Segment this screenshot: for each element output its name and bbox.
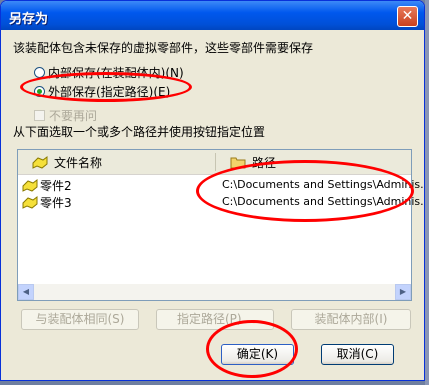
row-path: C:\Documents and Settings\Adminis... — [222, 195, 425, 208]
checkbox-box[interactable] — [34, 110, 45, 121]
folder-icon — [230, 157, 246, 168]
radio-external-label: 外部保存(指定路径)(E) — [48, 85, 171, 99]
parts-list[interactable]: 文件名称 路径 零件2 C:\Documents and Settings\Ad… — [17, 149, 424, 301]
cancel-button[interactable]: 取消(C) — [321, 344, 394, 365]
row-path: C:\Documents and Settings\Adminis... — [222, 178, 425, 191]
background-desktop — [425, 0, 429, 385]
part-icon — [22, 196, 38, 209]
header-path-label: 路径 — [252, 155, 277, 170]
header-separator — [215, 153, 216, 171]
list-header: 文件名称 路径 — [18, 150, 411, 175]
row-name-cell: 零件2 — [22, 177, 72, 194]
dialog-title: 另存为 — [9, 12, 49, 27]
part-icon — [22, 179, 38, 192]
radio-external-circle[interactable] — [34, 86, 45, 97]
scroll-right-icon[interactable]: ▶ — [395, 284, 411, 300]
header-filename-label: 文件名称 — [54, 155, 103, 170]
table-row[interactable]: 零件3 C:\Documents and Settings\Adminis... — [18, 194, 424, 211]
scroll-left-icon[interactable]: ◀ — [18, 284, 34, 300]
radio-internal-label: 内部保存(在装配体内)(N) — [48, 66, 184, 80]
title-bar: 另存为 ✕ — [1, 1, 424, 30]
radio-internal-circle[interactable] — [34, 67, 45, 78]
table-row[interactable]: 零件2 C:\Documents and Settings\Adminis... — [18, 177, 424, 194]
radio-internal-save[interactable]: 内部保存(在装配体内)(N) — [34, 64, 184, 81]
row-name: 零件3 — [40, 196, 72, 210]
message-text: 该装配体包含未保存的虚拟零部件，这些零部件需要保存 — [13, 41, 314, 55]
part-icon — [32, 155, 48, 169]
header-path[interactable]: 路径 — [230, 150, 276, 174]
row-name: 零件2 — [40, 179, 72, 193]
ok-button[interactable]: 确定(K) — [221, 344, 294, 365]
instruction-text: 从下面选取一个或多个路径并使用按钮指定位置 — [13, 125, 266, 139]
save-as-dialog: 另存为 ✕ 该装配体包含未保存的虚拟零部件，这些零部件需要保存 内部保存(在装配… — [0, 0, 425, 381]
same-as-assembly-button[interactable]: 与装配体相同(S) — [21, 309, 139, 330]
radio-external-save[interactable]: 外部保存(指定路径)(E) — [34, 83, 170, 100]
dont-ask-checkbox[interactable]: 不要再问 — [34, 107, 97, 124]
row-name-cell: 零件3 — [22, 194, 72, 211]
specify-path-button[interactable]: 指定路径(P)... — [156, 309, 274, 330]
header-filename[interactable]: 文件名称 — [32, 150, 102, 174]
horizontal-scrollbar[interactable]: ◀ ▶ — [18, 284, 411, 300]
close-icon: ✕ — [401, 8, 414, 24]
inside-assembly-button[interactable]: 装配体内部(I) — [291, 309, 411, 330]
checkbox-label: 不要再问 — [49, 109, 98, 123]
close-button[interactable]: ✕ — [397, 6, 418, 27]
